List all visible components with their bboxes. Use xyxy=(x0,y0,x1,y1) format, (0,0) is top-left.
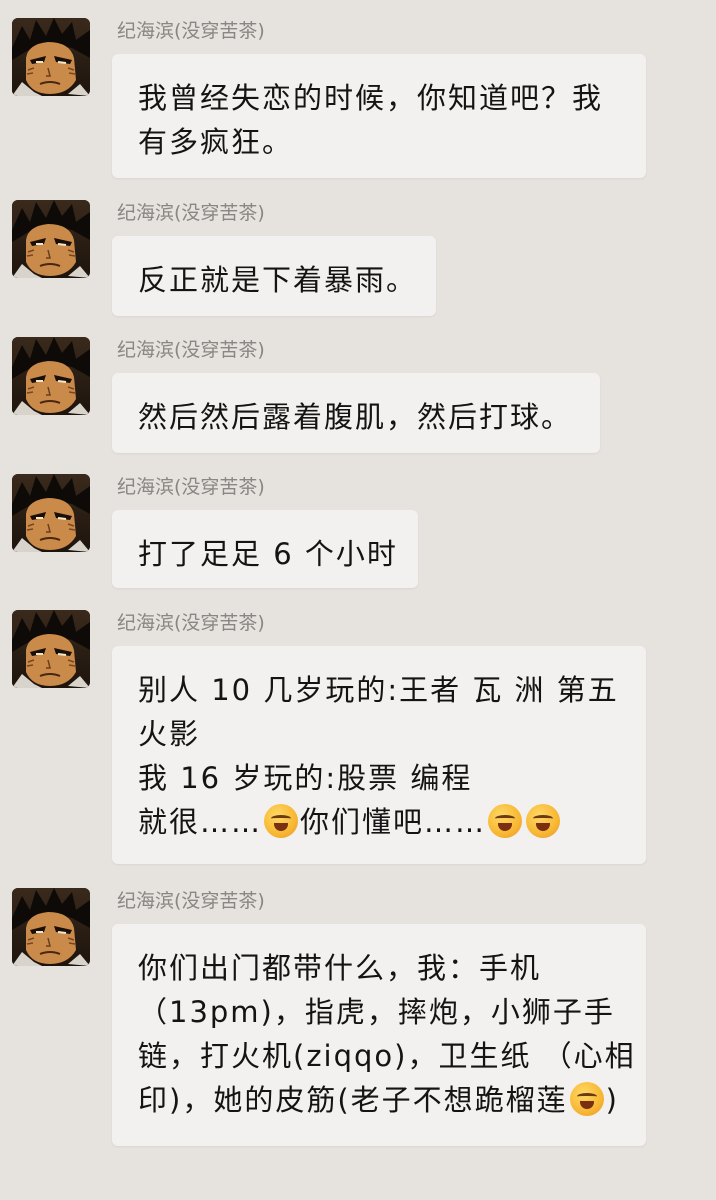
sender-name: 纪海滨(没穿苦茶) xyxy=(117,612,265,634)
message-text: 打了足足 6 个小时 xyxy=(138,537,398,571)
crying-laughing-emoji-icon xyxy=(526,804,561,838)
message-bubble[interactable]: 打了足足 6 个小时 xyxy=(112,510,418,588)
message-text: 你们出门都带什么，我：手机 xyxy=(138,951,542,985)
message-text-fragment: 印)，她的皮筋(老子不想跪榴莲 xyxy=(138,1083,568,1117)
message-text: 反正就是下着暴雨。 xyxy=(138,263,418,297)
message-bubble[interactable]: 然后然后露着腹肌，然后打球。 xyxy=(112,373,600,453)
message-text-fragment: 就很…… xyxy=(138,805,263,839)
message-text: 火影 xyxy=(138,717,201,751)
message-bubble[interactable]: 别人 10 几岁玩的:王者 瓦 洲 第五 火影 我 16 岁玩的:股票 编程 就… xyxy=(112,646,646,864)
message-text: 链，打火机(ziqqo)，卫生纸 （心相 xyxy=(138,1039,636,1073)
message-bubble[interactable]: 我曾经失恋的时候，你知道吧？我 有多疯狂。 xyxy=(112,54,646,178)
avatar[interactable] xyxy=(12,610,90,688)
sender-name: 纪海滨(没穿苦茶) xyxy=(117,476,265,498)
message-text-fragment: 你们懂吧…… xyxy=(300,805,487,839)
avatar[interactable] xyxy=(12,200,90,278)
sender-name: 纪海滨(没穿苦茶) xyxy=(117,890,265,912)
message-text: （13pm)，指虎，摔炮，小狮子手 xyxy=(138,995,615,1029)
sender-name: 纪海滨(没穿苦茶) xyxy=(117,202,265,224)
message-bubble[interactable]: 你们出门都带什么，我：手机 （13pm)，指虎，摔炮，小狮子手 链，打火机(zi… xyxy=(112,924,646,1146)
avatar[interactable] xyxy=(12,337,90,415)
message-text: 别人 10 几岁玩的:王者 瓦 洲 第五 xyxy=(138,673,619,707)
avatar[interactable] xyxy=(12,474,90,552)
message-text: 我曾经失恋的时候，你知道吧？我 xyxy=(138,81,604,115)
message-text-last: 就很…… 你们懂吧…… xyxy=(138,800,622,844)
crying-laughing-emoji-icon xyxy=(264,804,299,838)
message-bubble[interactable]: 反正就是下着暴雨。 xyxy=(112,236,436,316)
message-text: 然后然后露着腹肌，然后打球。 xyxy=(138,400,573,434)
message-text: 有多疯狂。 xyxy=(138,125,294,159)
avatar[interactable] xyxy=(12,18,90,96)
message-text: 我 16 岁玩的:股票 编程 xyxy=(138,761,473,795)
sender-name: 纪海滨(没穿苦茶) xyxy=(117,20,265,42)
sender-name: 纪海滨(没穿苦茶) xyxy=(117,339,265,361)
crying-laughing-emoji-icon xyxy=(569,1082,604,1116)
message-text-fragment: ) xyxy=(605,1083,619,1117)
crying-laughing-emoji-icon xyxy=(488,804,523,838)
avatar[interactable] xyxy=(12,888,90,966)
message-text-last: 印)，她的皮筋(老子不想跪榴莲) xyxy=(138,1078,622,1122)
